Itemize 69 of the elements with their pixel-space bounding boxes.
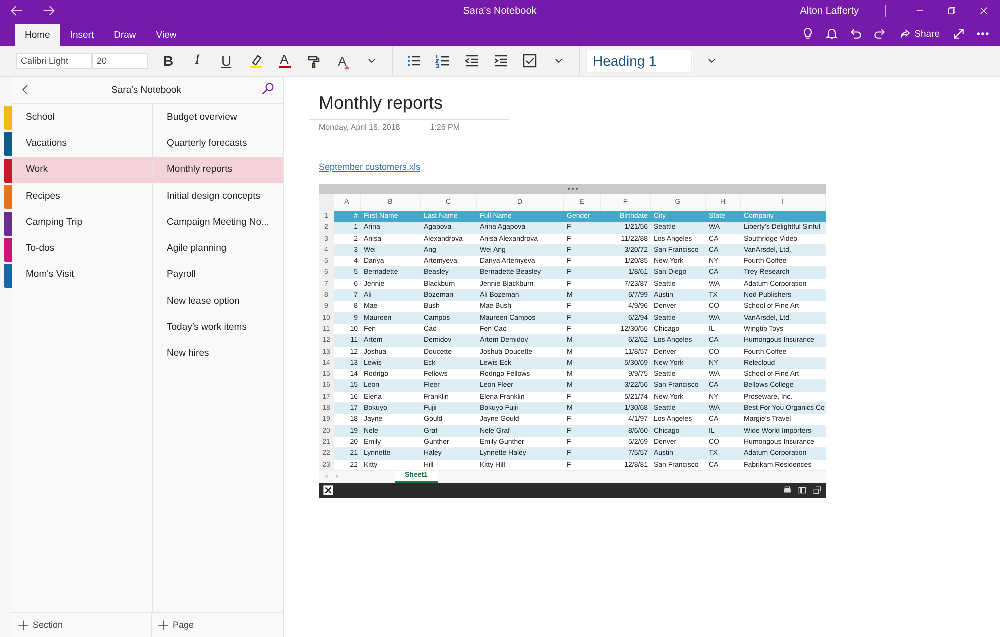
share-button[interactable]: Share bbox=[896, 26, 942, 42]
page-item[interactable]: New lease option bbox=[153, 288, 283, 314]
checkbox-icon bbox=[522, 53, 538, 69]
add-section-button[interactable]: Section bbox=[12, 613, 152, 637]
ribbon-tab[interactable]: Home bbox=[15, 24, 60, 46]
font-size-field[interactable]: 20 bbox=[92, 53, 148, 69]
section-color-tab[interactable] bbox=[4, 106, 12, 130]
popout-icon[interactable] bbox=[813, 486, 822, 495]
page-item[interactable]: Initial design concepts bbox=[153, 182, 283, 210]
highlighter-icon bbox=[248, 53, 264, 69]
page-date: Monday, April 16, 2018 bbox=[319, 123, 400, 132]
ribbon-tab[interactable]: View bbox=[146, 24, 187, 46]
page-item[interactable]: Campaign Meeting No... bbox=[153, 209, 283, 236]
section-item[interactable]: Work bbox=[12, 156, 152, 183]
section-item[interactable]: School bbox=[12, 104, 152, 130]
outdent-icon bbox=[464, 53, 480, 69]
bell-icon[interactable] bbox=[824, 27, 839, 41]
page-item[interactable]: Agile planning bbox=[153, 235, 283, 262]
style-field[interactable]: Heading 1 bbox=[586, 49, 692, 73]
bold-button[interactable]: B bbox=[154, 49, 183, 73]
section-color-tab[interactable] bbox=[4, 158, 12, 183]
indent-icon bbox=[492, 53, 508, 69]
page-time: 1:26 PM bbox=[430, 123, 460, 132]
section-item[interactable]: To-dos bbox=[12, 235, 152, 262]
bullet-list-icon bbox=[406, 53, 422, 69]
plus-icon bbox=[158, 620, 169, 630]
more-icon bbox=[566, 187, 578, 191]
clear-formatting-button[interactable]: A bbox=[328, 49, 357, 73]
expand-icon[interactable] bbox=[952, 27, 966, 41]
section-item[interactable]: Mom's Visit bbox=[12, 262, 152, 288]
panel-icon[interactable] bbox=[798, 486, 807, 495]
add-page-button[interactable]: Page bbox=[152, 613, 200, 637]
redo-icon[interactable] bbox=[872, 27, 887, 41]
printer-icon[interactable] bbox=[783, 486, 792, 495]
forward-arrow-icon[interactable] bbox=[42, 4, 56, 18]
section-item[interactable]: Camping Trip bbox=[12, 209, 152, 236]
font-color-button[interactable]: A bbox=[270, 49, 299, 73]
page-item[interactable]: New hires bbox=[153, 340, 283, 367]
share-icon bbox=[898, 28, 912, 40]
embed-grip-bar[interactable] bbox=[319, 184, 826, 194]
page-item[interactable]: Budget overview bbox=[153, 104, 283, 130]
search-icon[interactable] bbox=[261, 82, 275, 96]
user-name: Alton Lafferty bbox=[800, 6, 859, 16]
window-title: Sara's Notebook bbox=[463, 6, 537, 16]
close-icon bbox=[979, 6, 989, 16]
section-color-tab[interactable] bbox=[4, 264, 12, 288]
underline-button[interactable]: U bbox=[212, 49, 241, 73]
page-item[interactable]: Today's work items bbox=[153, 314, 283, 341]
section-item[interactable]: Recipes bbox=[12, 182, 152, 210]
section-color-tab[interactable] bbox=[4, 212, 12, 236]
maximize-icon bbox=[947, 6, 957, 16]
font-name-field[interactable]: Calibri Light bbox=[16, 53, 92, 69]
ribbon-tab[interactable]: Draw bbox=[104, 24, 146, 46]
section-color-tab[interactable] bbox=[4, 238, 12, 262]
section-item[interactable]: Vacations bbox=[12, 130, 152, 157]
page-item[interactable]: Quarterly forecasts bbox=[153, 130, 283, 157]
plus-icon bbox=[18, 620, 29, 630]
numbered-list-icon bbox=[434, 53, 450, 69]
undo-icon[interactable] bbox=[848, 27, 863, 41]
page-item[interactable]: Payroll bbox=[153, 262, 283, 288]
section-color-tab[interactable] bbox=[4, 132, 12, 156]
italic-button[interactable]: I bbox=[183, 49, 212, 73]
notebook-title: Sara's Notebook bbox=[110, 84, 182, 96]
back-arrow-icon[interactable] bbox=[10, 4, 24, 18]
page-title: Monthly reports bbox=[319, 93, 444, 114]
attachment-link[interactable]: September customers.xls bbox=[319, 162, 421, 172]
section-color-tab[interactable] bbox=[4, 185, 12, 210]
page-item[interactable]: Monthly reports bbox=[153, 156, 283, 183]
ribbon-tab[interactable]: Insert bbox=[60, 24, 104, 46]
